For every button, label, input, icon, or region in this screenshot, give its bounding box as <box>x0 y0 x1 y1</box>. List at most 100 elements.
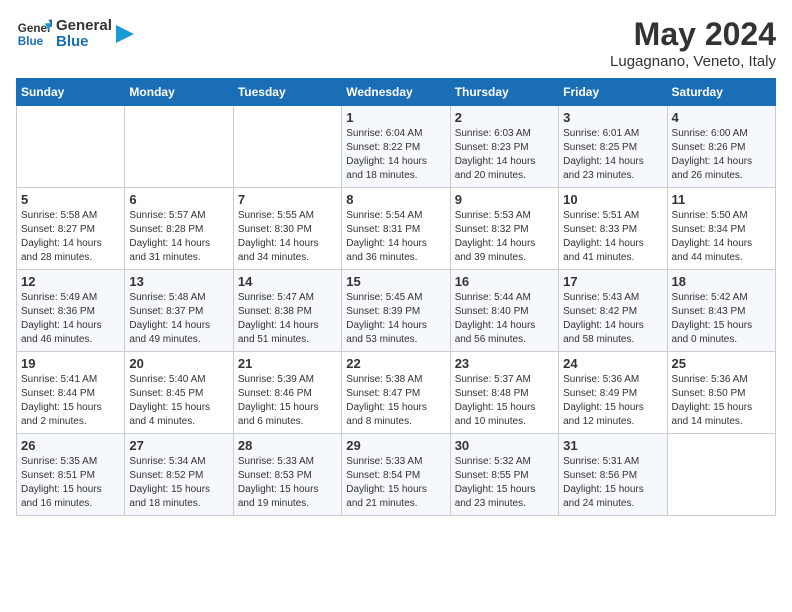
day-cell-8: 8 Sunrise: 5:54 AMSunset: 8:31 PMDaylight… <box>342 188 450 270</box>
weekday-friday: Friday <box>559 79 667 106</box>
day-cell-10: 10 Sunrise: 5:51 AMSunset: 8:33 PMDayligh… <box>559 188 667 270</box>
day-number: 1 <box>346 110 445 125</box>
day-number: 17 <box>563 274 662 289</box>
day-cell-18: 18 Sunrise: 5:42 AMSunset: 8:43 PMDayligh… <box>667 270 775 352</box>
day-number: 13 <box>129 274 228 289</box>
day-info: Sunrise: 5:36 AMSunset: 8:50 PMDaylight:… <box>672 373 771 429</box>
day-info: Sunrise: 5:55 AMSunset: 8:30 PMDaylight:… <box>238 209 337 265</box>
day-info: Sunrise: 5:58 AMSunset: 8:27 PMDaylight:… <box>21 209 120 265</box>
page-header: General Blue General Blue May 2024 Lugag… <box>16 16 776 70</box>
location: Lugagnano, Veneto, Italy <box>610 53 776 70</box>
weekday-wednesday: Wednesday <box>342 79 450 106</box>
day-number: 21 <box>238 356 337 371</box>
day-number: 16 <box>455 274 554 289</box>
week-row-4: 19Sunrise: 5:41 AMSunset: 8:44 PMDayligh… <box>17 352 776 434</box>
day-number: 23 <box>455 356 554 371</box>
day-info: Sunrise: 5:44 AMSunset: 8:40 PMDaylight:… <box>455 291 554 347</box>
day-info: Sunrise: 5:32 AMSunset: 8:55 PMDaylight:… <box>455 455 554 511</box>
day-cell-13: 13Sunrise: 5:48 AMSunset: 8:37 PMDayligh… <box>125 270 233 352</box>
day-cell-29: 29 Sunrise: 5:33 AMSunset: 8:54 PMDayligh… <box>342 434 450 516</box>
day-number: 5 <box>21 192 120 207</box>
weekday-sunday: Sunday <box>17 79 125 106</box>
day-number: 18 <box>672 274 771 289</box>
day-cell-26: 26Sunrise: 5:35 AMSunset: 8:51 PMDayligh… <box>17 434 125 516</box>
day-number: 28 <box>238 438 337 453</box>
day-number: 25 <box>672 356 771 371</box>
empty-cell <box>667 434 775 516</box>
day-info: Sunrise: 6:00 AMSunset: 8:26 PMDaylight:… <box>672 127 771 183</box>
day-number: 11 <box>672 192 771 207</box>
weekday-header-row: SundayMondayTuesdayWednesdayThursdayFrid… <box>17 79 776 106</box>
day-cell-22: 22Sunrise: 5:38 AMSunset: 8:47 PMDayligh… <box>342 352 450 434</box>
day-cell-1: 1 Sunrise: 6:04 AMSunset: 8:22 PMDaylight… <box>342 106 450 188</box>
week-row-2: 5 Sunrise: 5:58 AMSunset: 8:27 PMDaylight… <box>17 188 776 270</box>
day-cell-25: 25 Sunrise: 5:36 AMSunset: 8:50 PMDayligh… <box>667 352 775 434</box>
week-row-3: 12Sunrise: 5:49 AMSunset: 8:36 PMDayligh… <box>17 270 776 352</box>
day-cell-20: 20 Sunrise: 5:40 AMSunset: 8:45 PMDayligh… <box>125 352 233 434</box>
logo-icon: General Blue <box>16 16 52 52</box>
empty-cell <box>233 106 341 188</box>
day-info: Sunrise: 5:37 AMSunset: 8:48 PMDaylight:… <box>455 373 554 429</box>
day-cell-19: 19Sunrise: 5:41 AMSunset: 8:44 PMDayligh… <box>17 352 125 434</box>
day-cell-31: 31 Sunrise: 5:31 AMSunset: 8:56 PMDayligh… <box>559 434 667 516</box>
day-number: 20 <box>129 356 228 371</box>
day-number: 14 <box>238 274 337 289</box>
day-info: Sunrise: 5:36 AMSunset: 8:49 PMDaylight:… <box>563 373 662 429</box>
week-row-1: 1 Sunrise: 6:04 AMSunset: 8:22 PMDaylight… <box>17 106 776 188</box>
day-cell-2: 2Sunrise: 6:03 AMSunset: 8:23 PMDaylight… <box>450 106 558 188</box>
day-cell-24: 24Sunrise: 5:36 AMSunset: 8:49 PMDayligh… <box>559 352 667 434</box>
day-cell-15: 15Sunrise: 5:45 AMSunset: 8:39 PMDayligh… <box>342 270 450 352</box>
day-number: 29 <box>346 438 445 453</box>
day-info: Sunrise: 5:50 AMSunset: 8:34 PMDaylight:… <box>672 209 771 265</box>
day-cell-27: 27Sunrise: 5:34 AMSunset: 8:52 PMDayligh… <box>125 434 233 516</box>
logo-blue: Blue <box>56 34 112 51</box>
day-cell-5: 5 Sunrise: 5:58 AMSunset: 8:27 PMDaylight… <box>17 188 125 270</box>
weekday-saturday: Saturday <box>667 79 775 106</box>
day-cell-11: 11 Sunrise: 5:50 AMSunset: 8:34 PMDayligh… <box>667 188 775 270</box>
day-info: Sunrise: 5:57 AMSunset: 8:28 PMDaylight:… <box>129 209 228 265</box>
day-info: Sunrise: 6:04 AMSunset: 8:22 PMDaylight:… <box>346 127 445 183</box>
day-number: 4 <box>672 110 771 125</box>
day-info: Sunrise: 5:38 AMSunset: 8:47 PMDaylight:… <box>346 373 445 429</box>
day-cell-17: 17 Sunrise: 5:43 AMSunset: 8:42 PMDayligh… <box>559 270 667 352</box>
day-number: 12 <box>21 274 120 289</box>
day-number: 7 <box>238 192 337 207</box>
day-number: 3 <box>563 110 662 125</box>
month-title: May 2024 <box>610 16 776 53</box>
empty-cell <box>125 106 233 188</box>
day-number: 31 <box>563 438 662 453</box>
day-info: Sunrise: 5:40 AMSunset: 8:45 PMDaylight:… <box>129 373 228 429</box>
week-row-5: 26Sunrise: 5:35 AMSunset: 8:51 PMDayligh… <box>17 434 776 516</box>
day-info: Sunrise: 5:39 AMSunset: 8:46 PMDaylight:… <box>238 373 337 429</box>
day-info: Sunrise: 5:51 AMSunset: 8:33 PMDaylight:… <box>563 209 662 265</box>
day-cell-7: 7 Sunrise: 5:55 AMSunset: 8:30 PMDaylight… <box>233 188 341 270</box>
day-cell-28: 28 Sunrise: 5:33 AMSunset: 8:53 PMDayligh… <box>233 434 341 516</box>
logo: General Blue General Blue <box>16 16 134 52</box>
day-cell-4: 4 Sunrise: 6:00 AMSunset: 8:26 PMDaylight… <box>667 106 775 188</box>
day-info: Sunrise: 6:01 AMSunset: 8:25 PMDaylight:… <box>563 127 662 183</box>
day-info: Sunrise: 5:54 AMSunset: 8:31 PMDaylight:… <box>346 209 445 265</box>
day-info: Sunrise: 5:33 AMSunset: 8:53 PMDaylight:… <box>238 455 337 511</box>
day-info: Sunrise: 5:33 AMSunset: 8:54 PMDaylight:… <box>346 455 445 511</box>
day-number: 10 <box>563 192 662 207</box>
day-cell-3: 3 Sunrise: 6:01 AMSunset: 8:25 PMDaylight… <box>559 106 667 188</box>
day-number: 6 <box>129 192 228 207</box>
day-cell-30: 30Sunrise: 5:32 AMSunset: 8:55 PMDayligh… <box>450 434 558 516</box>
day-info: Sunrise: 5:53 AMSunset: 8:32 PMDaylight:… <box>455 209 554 265</box>
day-info: Sunrise: 5:31 AMSunset: 8:56 PMDaylight:… <box>563 455 662 511</box>
day-info: Sunrise: 5:43 AMSunset: 8:42 PMDaylight:… <box>563 291 662 347</box>
day-cell-23: 23 Sunrise: 5:37 AMSunset: 8:48 PMDayligh… <box>450 352 558 434</box>
day-number: 8 <box>346 192 445 207</box>
day-cell-9: 9 Sunrise: 5:53 AMSunset: 8:32 PMDaylight… <box>450 188 558 270</box>
day-number: 9 <box>455 192 554 207</box>
day-cell-14: 14Sunrise: 5:47 AMSunset: 8:38 PMDayligh… <box>233 270 341 352</box>
logo-arrow-icon <box>116 25 134 43</box>
logo-general: General <box>56 18 112 35</box>
day-number: 19 <box>21 356 120 371</box>
day-number: 2 <box>455 110 554 125</box>
day-info: Sunrise: 5:42 AMSunset: 8:43 PMDaylight:… <box>672 291 771 347</box>
weekday-tuesday: Tuesday <box>233 79 341 106</box>
calendar-table: SundayMondayTuesdayWednesdayThursdayFrid… <box>16 78 776 516</box>
day-info: Sunrise: 5:34 AMSunset: 8:52 PMDaylight:… <box>129 455 228 511</box>
weekday-monday: Monday <box>125 79 233 106</box>
